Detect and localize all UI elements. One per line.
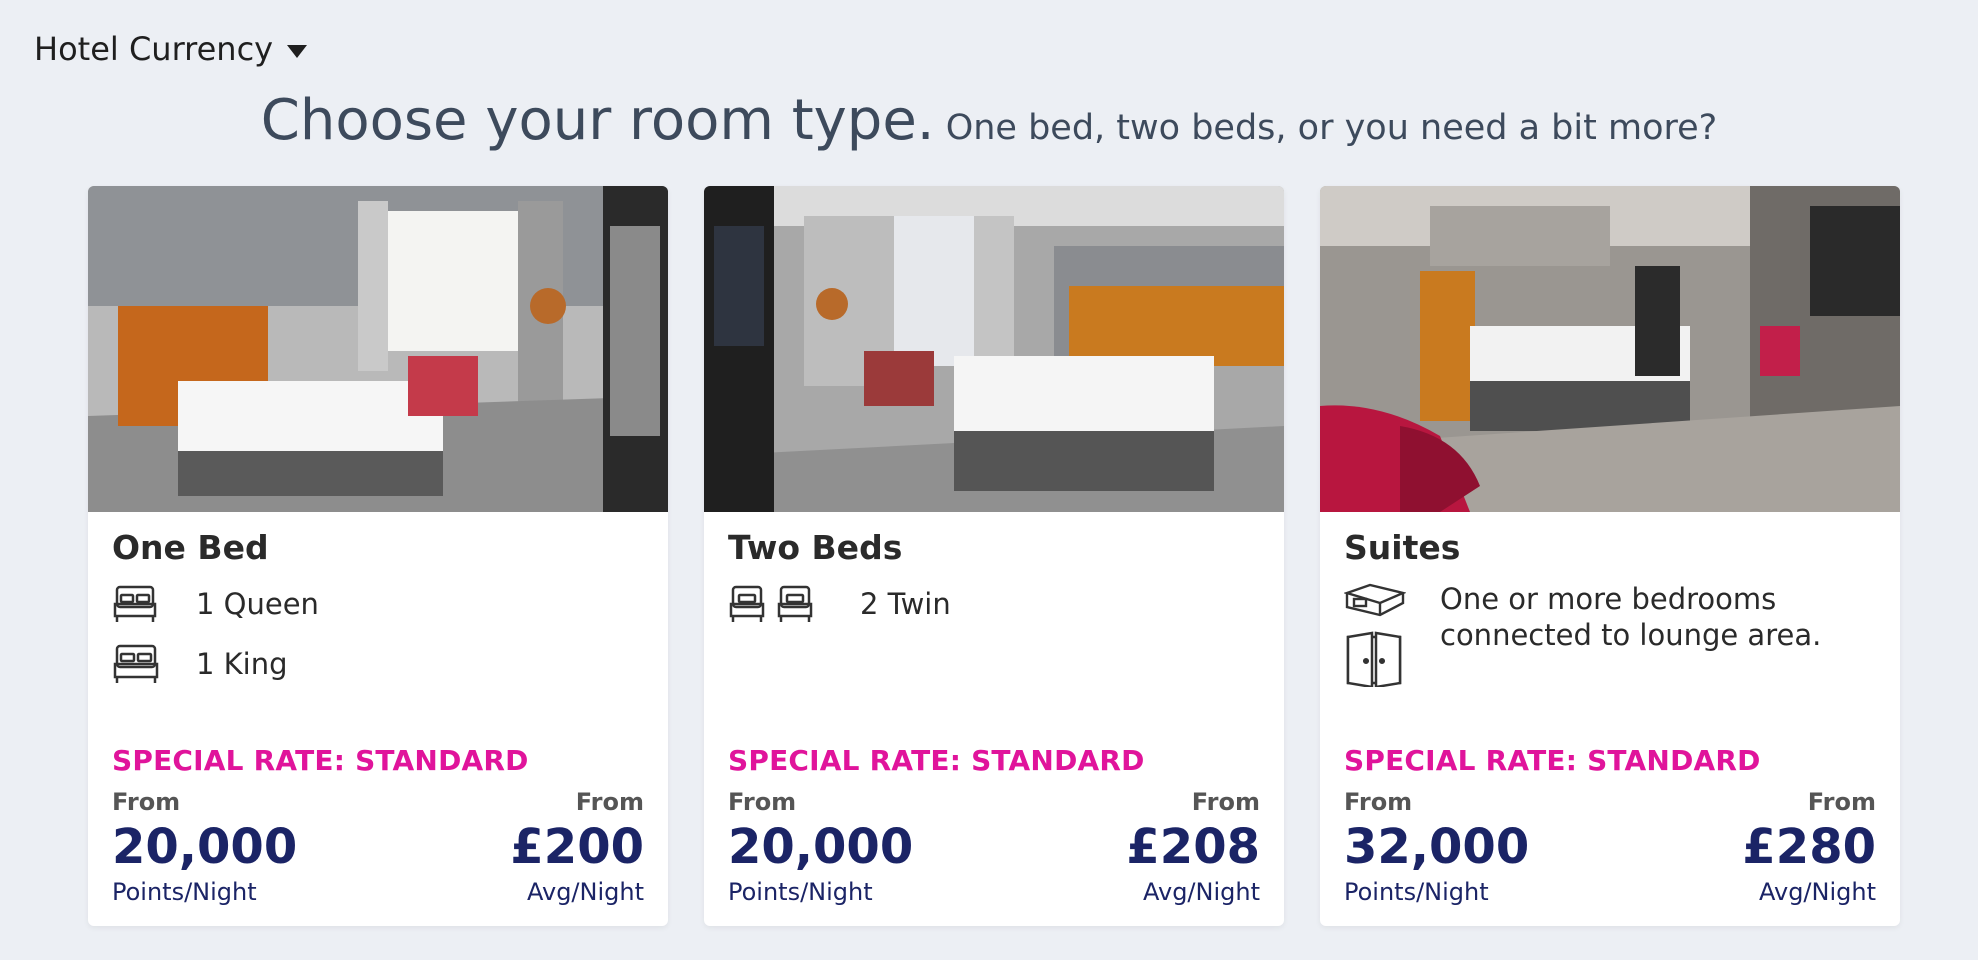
sofa-bed-icon	[1344, 581, 1440, 617]
room-card-suites[interactable]: Suites One or more bedrooms connected to…	[1320, 186, 1900, 926]
points-amount: 32,000	[1344, 819, 1530, 875]
bed-option: 2 Twin	[728, 581, 1260, 627]
twin-bed-icon	[728, 584, 766, 624]
cash-price: From £208 Avg/Night	[1126, 788, 1260, 906]
room-card-two-beds[interactable]: Two Beds 2 Twin SPECIAL RATE: STANDARD F…	[704, 186, 1284, 926]
bed-icon	[112, 584, 158, 624]
room-photo-suites	[1320, 186, 1900, 512]
room-title: Two Beds	[728, 528, 903, 567]
bed-label: 1 King	[196, 647, 288, 681]
points-unit: Points/Night	[728, 878, 873, 907]
suite-description: One or more bedrooms connected to lounge…	[1440, 582, 1822, 653]
currency-label: Hotel Currency	[34, 30, 274, 68]
page-heading: Choose your room type. One bed, two beds…	[0, 88, 1978, 153]
cash-amount: £280	[1742, 819, 1876, 875]
points-amount: 20,000	[728, 819, 914, 875]
room-photo-one-bed	[88, 186, 668, 512]
page-subtitle: One bed, two beds, or you need a bit mor…	[945, 108, 1718, 148]
bed-option: 1 King	[112, 641, 644, 687]
points-price: From 20,000 Points/Night	[112, 788, 297, 906]
suite-description-row: One or more bedrooms connected to lounge…	[1344, 581, 1876, 687]
cash-price: From £200 Avg/Night	[510, 788, 644, 906]
points-from-label: From	[1344, 788, 1413, 816]
special-rate-label: SPECIAL RATE: STANDARD	[728, 744, 1145, 777]
caret-down-icon	[287, 44, 308, 58]
points-price: From 32,000 Points/Night	[1344, 788, 1529, 906]
twin-bed-icon	[776, 584, 814, 624]
cash-price: From £280 Avg/Night	[1742, 788, 1876, 906]
points-unit: Points/Night	[112, 878, 257, 907]
bed-option: 1 Queen	[112, 581, 644, 627]
cash-unit: Avg/Night	[1142, 878, 1260, 907]
points-from-label: From	[728, 788, 797, 816]
cash-from-label: From	[575, 788, 644, 816]
room-title: One Bed	[112, 528, 269, 567]
points-unit: Points/Night	[1344, 878, 1489, 907]
room-photo-two-beds	[704, 186, 1284, 512]
bed-label: 2 Twin	[860, 587, 951, 621]
special-rate-label: SPECIAL RATE: STANDARD	[1344, 744, 1761, 777]
cash-amount: £200	[510, 819, 644, 875]
special-rate-label: SPECIAL RATE: STANDARD	[112, 744, 529, 777]
points-amount: 20,000	[112, 819, 298, 875]
currency-selector[interactable]: Hotel Currency	[34, 30, 308, 68]
bed-label: 1 Queen	[196, 587, 319, 621]
cash-from-label: From	[1807, 788, 1876, 816]
room-card-one-bed[interactable]: One Bed 1 Queen 1 King SPECIAL RATE: STA…	[88, 186, 668, 926]
room-title: Suites	[1344, 528, 1461, 567]
cash-unit: Avg/Night	[526, 878, 644, 907]
bed-icon	[112, 643, 160, 685]
page-title: Choose your room type.	[260, 88, 935, 153]
cash-amount: £208	[1126, 819, 1260, 875]
cash-from-label: From	[1191, 788, 1260, 816]
door-icon	[1344, 631, 1440, 687]
points-price: From 20,000 Points/Night	[728, 788, 913, 906]
cash-unit: Avg/Night	[1758, 878, 1876, 907]
points-from-label: From	[112, 788, 181, 816]
room-type-cards: One Bed 1 Queen 1 King SPECIAL RATE: STA…	[88, 186, 1900, 926]
